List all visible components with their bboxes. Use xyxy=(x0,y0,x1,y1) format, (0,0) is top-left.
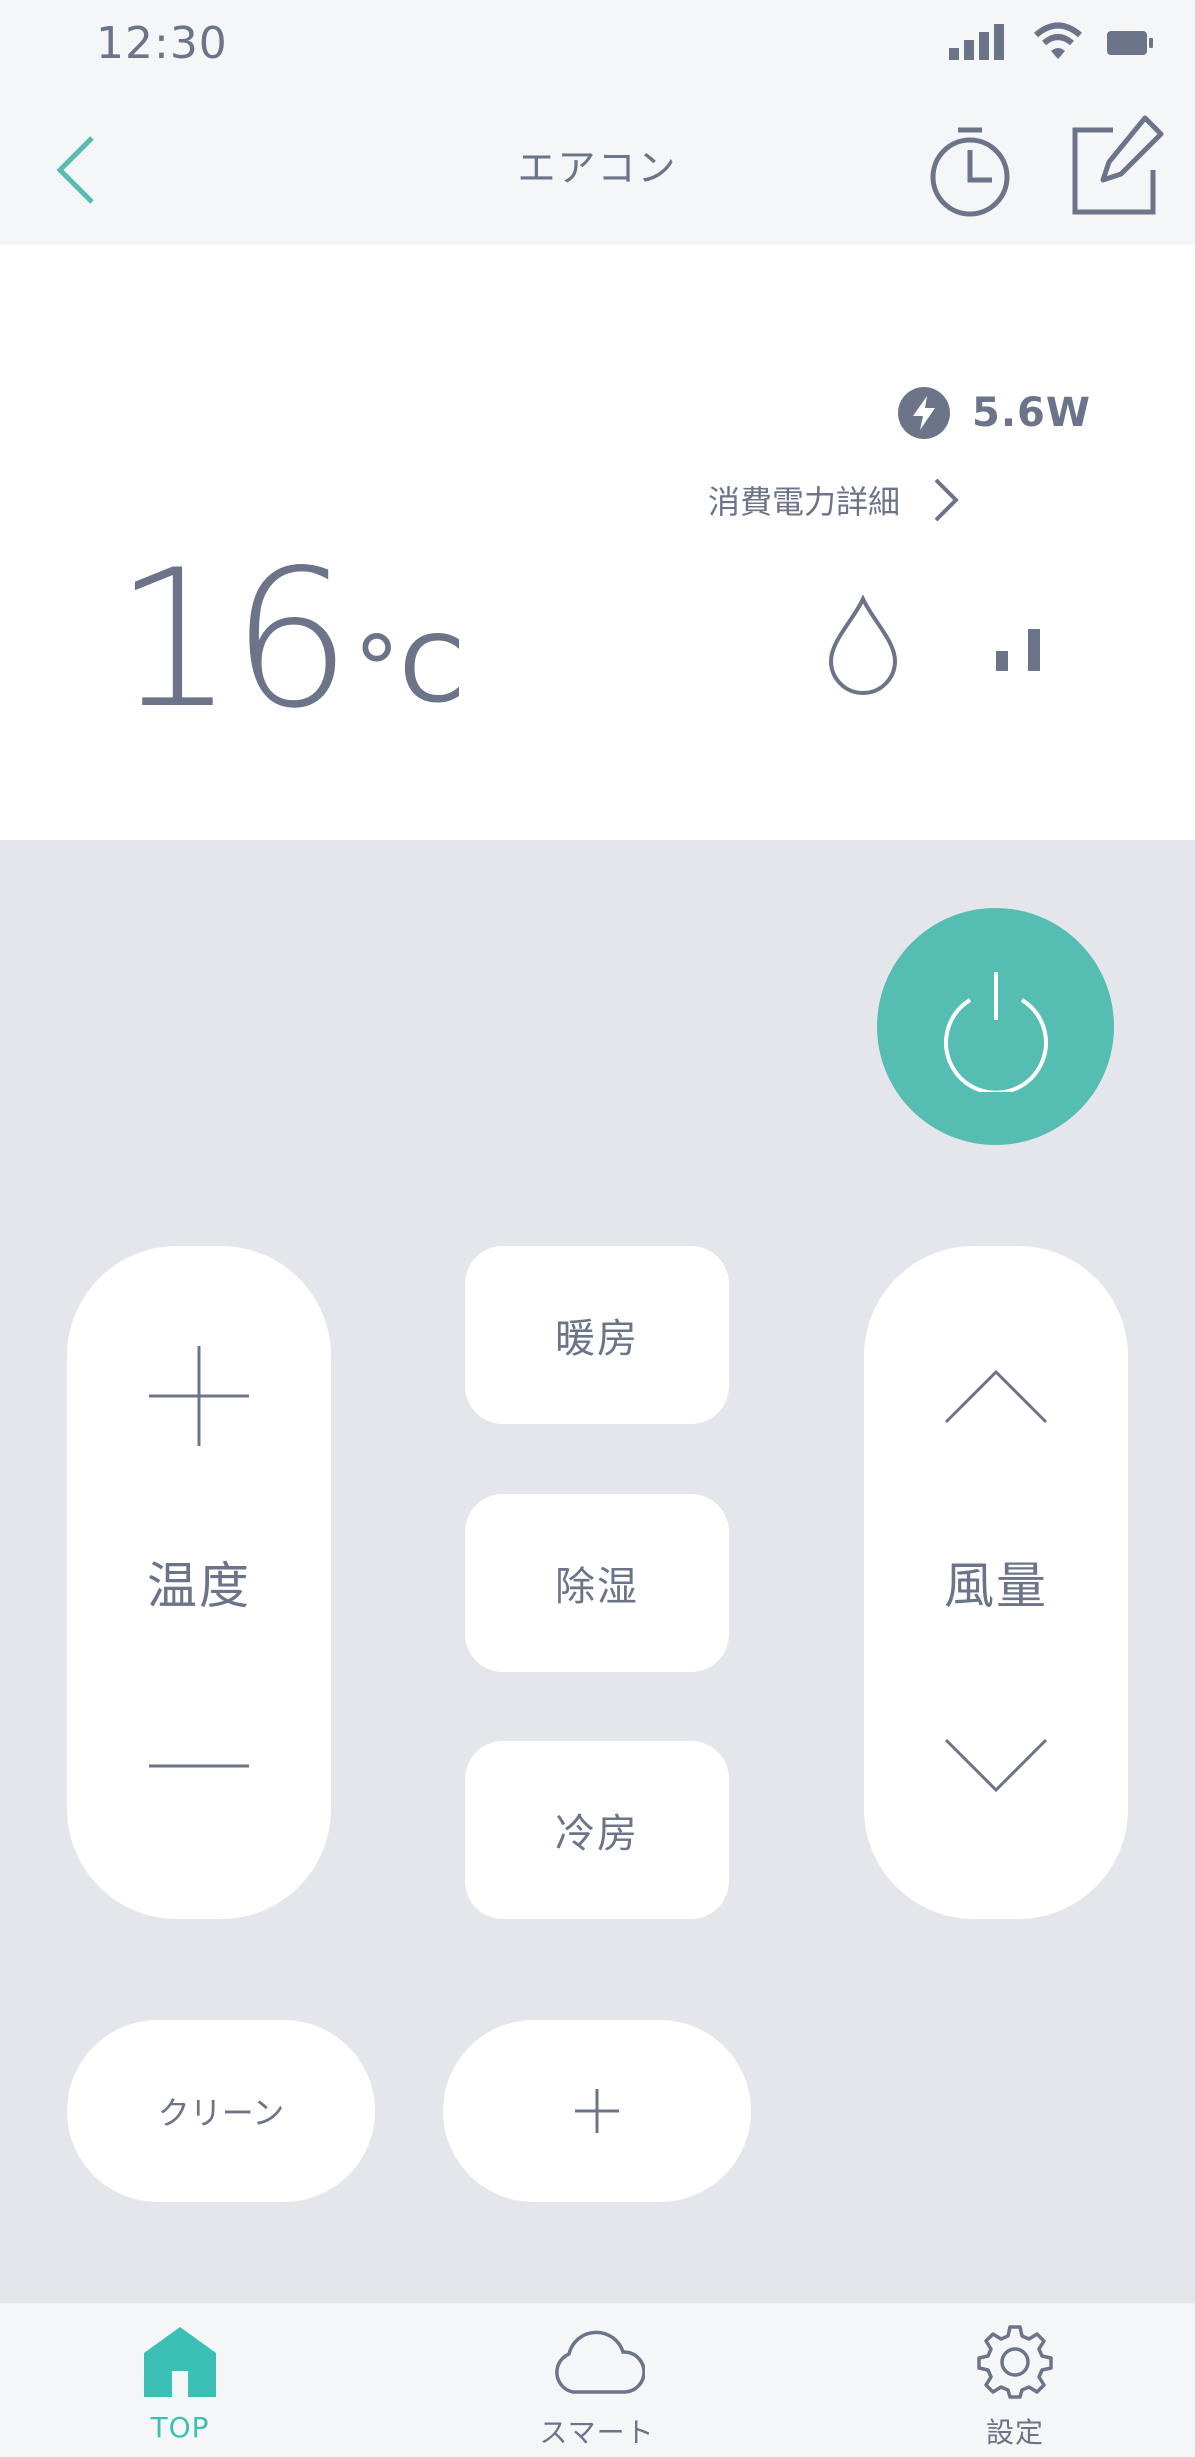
lightning-icon xyxy=(898,387,950,439)
fan-decrease-button[interactable] xyxy=(864,1706,1128,1826)
wifi-icon xyxy=(1034,22,1082,59)
mode-heating-button[interactable]: 暖房 xyxy=(465,1246,729,1424)
fan-control: 風量 xyxy=(864,1246,1128,1919)
status-panel: 5.6W 消費電力詳細 16 °C xyxy=(0,245,1195,840)
power-icon xyxy=(943,971,1048,1092)
edit-button[interactable] xyxy=(1065,110,1165,220)
plus-icon xyxy=(575,2089,619,2133)
cloud-icon xyxy=(549,2321,645,2401)
mode-dehumidify-button[interactable]: 除湿 xyxy=(465,1494,729,1672)
home-icon xyxy=(140,2321,220,2401)
signal-bars-icon xyxy=(992,625,1048,679)
temp-decrease-button[interactable] xyxy=(67,1706,331,1826)
mode-cooling-button[interactable]: 冷房 xyxy=(465,1741,729,1919)
chevron-down-icon xyxy=(944,1738,1048,1793)
tab-bar: TOP スマート 設定 xyxy=(0,2302,1195,2457)
power-consumption: 5.6W xyxy=(898,387,1091,439)
chevron-right-icon xyxy=(934,478,959,522)
chevron-up-icon xyxy=(944,1369,1048,1424)
edit-icon xyxy=(1072,115,1164,215)
clean-button[interactable]: クリーン xyxy=(67,2020,375,2202)
temperature-label: 温度 xyxy=(147,1557,251,1615)
tab-settings[interactable]: 設定 xyxy=(915,2303,1115,2457)
fan-label: 風量 xyxy=(944,1557,1048,1615)
minus-icon xyxy=(149,1764,249,1768)
cellular-signal-icon xyxy=(949,24,1004,60)
tab-smart-label: スマート xyxy=(539,2416,655,2449)
fan-increase-button[interactable] xyxy=(864,1336,1128,1456)
power-detail-label: 消費電力詳細 xyxy=(708,483,901,521)
power-value: 5.6W xyxy=(972,390,1091,436)
tab-smart[interactable]: スマート xyxy=(497,2303,697,2457)
status-time: 12:30 xyxy=(96,18,228,69)
battery-icon xyxy=(1107,31,1153,55)
tab-settings-label: 設定 xyxy=(985,2416,1044,2449)
tab-top-label: TOP xyxy=(150,2411,210,2444)
water-drop-icon xyxy=(826,594,900,699)
temp-increase-button[interactable] xyxy=(67,1336,331,1456)
temperature-display: 16 °C xyxy=(114,545,464,735)
gear-icon xyxy=(977,2321,1053,2401)
status-icons xyxy=(947,22,1155,62)
tab-top[interactable]: TOP xyxy=(80,2303,280,2457)
navigation-bar: エアコン xyxy=(0,95,1195,245)
temperature-value: 16 xyxy=(114,529,352,750)
temperature-control: 温度 xyxy=(67,1246,331,1919)
status-bar: 12:30 xyxy=(0,0,1195,95)
power-detail-link[interactable]: 消費電力詳細 xyxy=(708,477,960,523)
temperature-unit: °C xyxy=(353,616,465,723)
add-button[interactable] xyxy=(443,2020,751,2202)
plus-icon xyxy=(149,1346,249,1446)
power-button[interactable] xyxy=(877,908,1114,1145)
timer-button[interactable] xyxy=(920,110,1020,220)
timer-icon xyxy=(930,127,1010,217)
